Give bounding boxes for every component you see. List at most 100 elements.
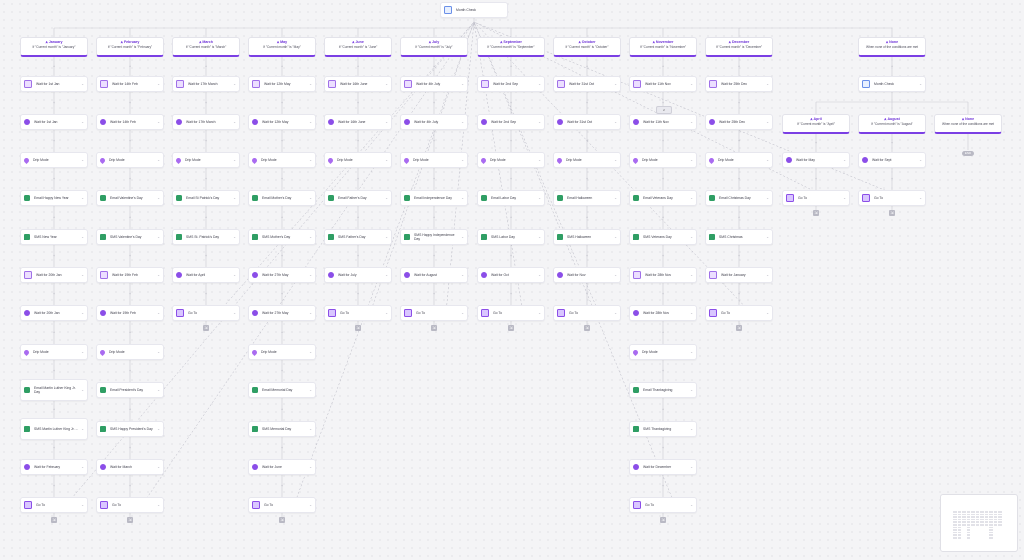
- chevron-down-icon[interactable]: ⌄: [233, 235, 236, 239]
- december-sms-node[interactable]: SMS Christmas ⌄: [705, 229, 773, 245]
- june-wait-time-node[interactable]: Wait for 16th June ⌄: [324, 114, 392, 130]
- november-wait-date-node[interactable]: Wait for 11th Nov ⌄: [629, 76, 697, 92]
- september-email-node[interactable]: Email Labor Day ⌄: [477, 190, 545, 206]
- chevron-down-icon[interactable]: ⌄: [157, 120, 160, 124]
- january-drip-node[interactable]: Drip Mode ⌄: [20, 152, 88, 168]
- may-goto-node[interactable]: Go To ⌄: [248, 497, 316, 513]
- chevron-down-icon[interactable]: ⌄: [385, 273, 388, 277]
- december-drip-node[interactable]: Drip Mode ⌄: [705, 152, 773, 168]
- june-goto-node[interactable]: Go To ⌄: [324, 305, 392, 321]
- november-drip-node[interactable]: Drip Mode ⌄: [629, 152, 697, 168]
- chevron-down-icon[interactable]: ⌄: [919, 196, 922, 200]
- chevron-down-icon[interactable]: ⌄: [766, 235, 769, 239]
- chevron-down-icon[interactable]: ⌄: [614, 235, 617, 239]
- february-sms-node[interactable]: SMS Valentine's Day ⌄: [96, 229, 164, 245]
- july-sms-node[interactable]: SMS Happy Independence Day ⌄: [400, 229, 468, 245]
- may-sms-node[interactable]: SMS Memorial Day ⌄: [248, 421, 316, 437]
- september-drip-node[interactable]: Drip Mode ⌄: [477, 152, 545, 168]
- branch-may[interactable]: ⩓May If "Current month" is "May": [248, 37, 316, 57]
- chevron-down-icon[interactable]: ⌄: [461, 196, 464, 200]
- branch-november[interactable]: ⩓November If "Current month" is "November…: [629, 37, 697, 57]
- january-email-node[interactable]: Email Martin Luther King Jr. Day ⌄: [20, 379, 88, 401]
- chevron-down-icon[interactable]: ⌄: [690, 311, 693, 315]
- chevron-down-icon[interactable]: ⌄: [690, 388, 693, 392]
- chevron-down-icon[interactable]: ⌄: [461, 273, 464, 277]
- chevron-down-icon[interactable]: ⌄: [690, 235, 693, 239]
- december-wait-time-node[interactable]: Wait for 25th Dec ⌄: [705, 114, 773, 130]
- chevron-down-icon[interactable]: ⌄: [385, 311, 388, 315]
- may-sms-node[interactable]: SMS Mother's Day ⌄: [248, 229, 316, 245]
- chevron-down-icon[interactable]: ⌄: [157, 196, 160, 200]
- chevron-down-icon[interactable]: ⌄: [461, 82, 464, 86]
- january-wait-date-node[interactable]: Wait for 1st Jan ⌄: [20, 76, 88, 92]
- goto-link-icon[interactable]: ⇲: [508, 325, 514, 331]
- august-goto-node[interactable]: Go To ⌄: [858, 190, 926, 206]
- goto-link-icon[interactable]: ⇲: [431, 325, 437, 331]
- january-wait-time-node[interactable]: Wait for February ⌄: [20, 459, 88, 475]
- chevron-down-icon[interactable]: ⌄: [843, 158, 846, 162]
- chevron-down-icon[interactable]: ⌄: [919, 82, 922, 86]
- chevron-down-icon[interactable]: ⌄: [385, 196, 388, 200]
- chevron-down-icon[interactable]: ⌄: [157, 158, 160, 162]
- march-drip-node[interactable]: Drip Mode ⌄: [172, 152, 240, 168]
- chevron-down-icon[interactable]: ⌄: [81, 311, 84, 315]
- september-wait-time-node[interactable]: Wait for 2nd Sep ⌄: [477, 114, 545, 130]
- june-drip-node[interactable]: Drip Mode ⌄: [324, 152, 392, 168]
- branch-none[interactable]: ⩓None When none of the conditions are met: [858, 37, 926, 57]
- october-goto-node[interactable]: Go To ⌄: [553, 305, 621, 321]
- january-sms-node[interactable]: SMS New Year ⌄: [20, 229, 88, 245]
- chevron-down-icon[interactable]: ⌄: [690, 158, 693, 162]
- chevron-down-icon[interactable]: ⌄: [309, 465, 312, 469]
- july-wait-time-node[interactable]: Wait for August ⌄: [400, 267, 468, 283]
- september-wait-time-node[interactable]: Wait for Oct ⌄: [477, 267, 545, 283]
- none-code-node[interactable]: Month Check ⌄: [858, 76, 926, 92]
- april-wait-time-node[interactable]: Wait for May ⌄: [782, 152, 850, 168]
- chevron-down-icon[interactable]: ⌄: [157, 388, 160, 392]
- chevron-down-icon[interactable]: ⌄: [157, 311, 160, 315]
- chevron-down-icon[interactable]: ⌄: [309, 427, 312, 431]
- may-drip-node[interactable]: Drip Mode ⌄: [248, 344, 316, 360]
- february-sms-node[interactable]: SMS Happy President's Day ⌄: [96, 421, 164, 437]
- chevron-down-icon[interactable]: ⌄: [233, 311, 236, 315]
- february-wait-date-node[interactable]: Wait for 19th Feb ⌄: [96, 267, 164, 283]
- february-email-node[interactable]: Email President's Day ⌄: [96, 382, 164, 398]
- chevron-down-icon[interactable]: ⌄: [309, 158, 312, 162]
- may-email-node[interactable]: Email Memorial Day ⌄: [248, 382, 316, 398]
- branch-august[interactable]: ⩓August If "Current month" is "August": [858, 114, 926, 134]
- chevron-down-icon[interactable]: ⌄: [81, 158, 84, 162]
- december-wait-date-node[interactable]: Wait for 25th Dec ⌄: [705, 76, 773, 92]
- august-wait-time-node[interactable]: Wait for Sept ⌄: [858, 152, 926, 168]
- january-goto-node[interactable]: Go To ⌄: [20, 497, 88, 513]
- month-check-node[interactable]: Month Check: [440, 2, 508, 18]
- goto-link-icon[interactable]: ⇲: [203, 325, 209, 331]
- march-wait-time-node[interactable]: Wait for April ⌄: [172, 267, 240, 283]
- chevron-down-icon[interactable]: ⌄: [690, 350, 693, 354]
- chevron-down-icon[interactable]: ⌄: [81, 196, 84, 200]
- may-wait-time-node[interactable]: Wait for June ⌄: [248, 459, 316, 475]
- may-drip-node[interactable]: Drip Mode ⌄: [248, 152, 316, 168]
- november-sms-node[interactable]: SMS Veterans Day ⌄: [629, 229, 697, 245]
- chevron-down-icon[interactable]: ⌄: [690, 427, 693, 431]
- february-goto-node[interactable]: Go To ⌄: [96, 497, 164, 513]
- november-wait-date-node[interactable]: Wait for 28th Nov ⌄: [629, 267, 697, 283]
- chevron-down-icon[interactable]: ⌄: [233, 82, 236, 86]
- goto-link-icon[interactable]: ⇲: [584, 325, 590, 331]
- may-wait-time-node[interactable]: Wait for 12th May ⌄: [248, 114, 316, 130]
- chevron-down-icon[interactable]: ⌄: [309, 273, 312, 277]
- chevron-down-icon[interactable]: ⌄: [81, 120, 84, 124]
- march-sms-node[interactable]: SMS St. Patrick's Day ⌄: [172, 229, 240, 245]
- chevron-down-icon[interactable]: ⌄: [766, 82, 769, 86]
- chevron-down-icon[interactable]: ⌄: [919, 158, 922, 162]
- chevron-down-icon[interactable]: ⌄: [538, 235, 541, 239]
- february-wait-time-node[interactable]: Wait for 19th Feb ⌄: [96, 305, 164, 321]
- chevron-down-icon[interactable]: ⌄: [766, 273, 769, 277]
- december-wait-date-node[interactable]: Wait for January ⌄: [705, 267, 773, 283]
- october-wait-time-node[interactable]: Wait for Nov ⌄: [553, 267, 621, 283]
- november-drip-node[interactable]: Drip Mode ⌄: [629, 344, 697, 360]
- may-wait-time-node[interactable]: Wait for 27th May ⌄: [248, 305, 316, 321]
- branch-april[interactable]: ⩓April If "Current month" is "April": [782, 114, 850, 134]
- chevron-down-icon[interactable]: ⌄: [690, 82, 693, 86]
- chevron-down-icon[interactable]: ⌄: [157, 350, 160, 354]
- chevron-down-icon[interactable]: ⌄: [157, 465, 160, 469]
- november-wait-time-node[interactable]: Wait for 11th Nov ⌄: [629, 114, 697, 130]
